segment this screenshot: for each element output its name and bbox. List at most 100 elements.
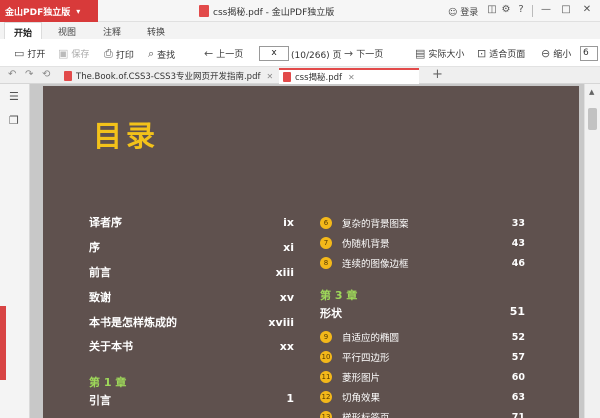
toc-item[interactable]: 6 复杂的背景图案 33 <box>320 216 525 230</box>
pdf-page: 目录 译者序 ix 序 xi 前言 xiii 致谢 xv 本书是怎样炼成的 xv… <box>43 86 579 418</box>
page-count: (10/266) 页 <box>291 51 342 61</box>
toc-page: 43 <box>511 237 525 249</box>
document-viewport[interactable]: 目录 译者序 ix 序 xi 前言 xiii 致谢 xv 本书是怎样炼成的 xv… <box>31 84 584 418</box>
pdf-file-icon <box>283 72 291 82</box>
toc-item[interactable]: 7 伪随机背景 43 <box>320 236 525 250</box>
toc-item[interactable]: 11 菱形图片 60 <box>320 370 525 384</box>
thumbnails-icon[interactable]: ❐ <box>9 114 19 127</box>
next-page-button[interactable]: → 下一页 <box>344 47 383 60</box>
doc-tab[interactable]: The.Book.of.CSS3-CSS3专业网页开发指南.pdf ✕ <box>60 68 273 84</box>
minimize-icon[interactable]: — <box>540 4 552 15</box>
menu-bar: 开始 视图 注释 转换 <box>0 22 600 39</box>
toc-page: 33 <box>511 217 525 229</box>
toc-item[interactable]: 8 连续的图像边框 46 <box>320 256 525 270</box>
toc-item[interactable]: 13 梯形标签页 71 <box>320 410 525 418</box>
toc-title: 致谢 <box>89 291 111 304</box>
toc-item[interactable]: 10 平行四边形 57 <box>320 350 525 364</box>
pdf-file-icon <box>199 5 209 17</box>
zoom-input[interactable]: 6 <box>580 46 598 61</box>
close-tab-icon[interactable]: ✕ <box>348 73 355 82</box>
toc-title: 连续的图像边框 <box>342 259 409 270</box>
chapter-label: 第 3 章 <box>320 289 358 302</box>
toc-title: 前言 <box>89 266 111 279</box>
toc-item[interactable]: 12 切角效果 63 <box>320 390 525 404</box>
toc-item[interactable]: 前言 xiii <box>89 264 294 280</box>
undo-icon[interactable]: ↶ <box>8 69 16 80</box>
toc-item[interactable]: 本书是怎样炼成的 xviii <box>89 314 294 330</box>
close-icon[interactable]: ✕ <box>581 4 593 15</box>
save-label: 保存 <box>71 50 90 60</box>
actual-size-button[interactable]: ▤ 实际大小 <box>415 47 464 60</box>
help-icon[interactable]: ? <box>515 4 527 15</box>
toc-page: 60 <box>511 371 525 383</box>
fit-page-icon: ⊡ <box>477 47 487 60</box>
section-number-badge: 7 <box>320 237 332 249</box>
skin-icon[interactable]: ◫ <box>486 4 498 15</box>
find-button[interactable]: ⌕ 查找 <box>148 47 175 61</box>
toc-item[interactable]: 致谢 xv <box>89 289 294 305</box>
settings-icon[interactable]: ⚙ <box>500 4 512 15</box>
tab-start[interactable]: 开始 <box>4 22 43 39</box>
print-button[interactable]: ⎙ 打印 <box>104 47 134 61</box>
chapter-title[interactable]: 引言 1 <box>89 392 294 408</box>
tab-annotate[interactable]: 注释 <box>103 25 121 38</box>
tab-convert[interactable]: 转换 <box>147 25 165 38</box>
title-bar: 金山PDF独立版 ▾ css揭秘.pdf - 金山PDF独立版 ☺ 登录 ◫ ⚙… <box>0 0 600 22</box>
toc-page: 52 <box>511 331 525 343</box>
sidebar-collapse-handle[interactable] <box>0 306 6 380</box>
tab-view[interactable]: 视图 <box>58 25 76 38</box>
toc-item[interactable]: 9 自适应的椭圆 52 <box>320 330 525 344</box>
toc-page: 46 <box>511 257 525 269</box>
toc-page: ix <box>283 215 294 229</box>
doc-tab-active[interactable]: css揭秘.pdf ✕ <box>279 68 419 84</box>
close-tab-icon[interactable]: ✕ <box>266 72 273 81</box>
arrow-right-icon: → <box>344 47 354 60</box>
section-number-badge: 11 <box>320 371 332 383</box>
print-icon: ⎙ <box>104 47 113 60</box>
doc-tab-title: The.Book.of.CSS3-CSS3专业网页开发指南.pdf <box>76 72 261 82</box>
document-tab-bar: ↶ ↷ ⟲ The.Book.of.CSS3-CSS3专业网页开发指南.pdf … <box>0 67 600 84</box>
toc-title: 译者序 <box>89 216 122 229</box>
vertical-scrollbar[interactable]: ▲ <box>584 84 600 418</box>
chapter-title-text: 形状 <box>320 307 342 320</box>
prev-page-button[interactable]: ← 上一页 <box>204 47 243 60</box>
left-sidebar: ☰ ❐ <box>0 84 30 418</box>
save-button[interactable]: ▣ 保存 <box>58 47 89 60</box>
section-number-badge: 6 <box>320 217 332 229</box>
toc-title: 自适应的椭圆 <box>342 333 400 344</box>
toc-page: xx <box>279 339 294 353</box>
open-label: 打开 <box>27 50 46 60</box>
prev-label: 上一页 <box>216 50 244 60</box>
toc-item[interactable]: 译者序 ix <box>89 214 294 230</box>
section-number-badge: 8 <box>320 257 332 269</box>
zoom-out-button[interactable]: ⊖ 缩小 <box>541 47 571 60</box>
back-icon[interactable]: ⟲ <box>42 69 50 80</box>
toc-item[interactable]: 关于本书 xx <box>89 338 294 354</box>
toc-title: 本书是怎样炼成的 <box>89 316 177 329</box>
arrow-left-icon: ← <box>204 47 214 60</box>
toc-page: 71 <box>511 411 525 418</box>
page-number-input[interactable]: x <box>259 46 289 61</box>
scroll-up-icon[interactable]: ▲ <box>589 88 594 96</box>
login-button[interactable]: ☺ 登录 <box>448 5 478 18</box>
toc-item[interactable]: 序 xi <box>89 239 294 255</box>
outline-icon[interactable]: ☰ <box>9 90 19 103</box>
open-button[interactable]: ▭ 打开 <box>14 47 45 60</box>
chapter-page: 51 <box>509 305 525 318</box>
toc-page: 57 <box>511 351 525 363</box>
window-title: css揭秘.pdf - 金山PDF独立版 <box>213 8 335 18</box>
add-tab-icon[interactable]: + <box>432 67 443 82</box>
toc-title: 关于本书 <box>89 340 133 353</box>
app-menu-button[interactable]: 金山PDF独立版 ▾ <box>0 0 98 22</box>
app-brand-label: 金山PDF独立版 <box>5 7 71 18</box>
chapter-title[interactable]: 形状 51 <box>320 305 525 321</box>
toc-title: 切角效果 <box>342 393 381 404</box>
toc-title: 序 <box>89 241 100 254</box>
redo-icon[interactable]: ↷ <box>25 69 33 80</box>
section-number-badge: 9 <box>320 331 332 343</box>
fit-page-button[interactable]: ⊡ 适合页面 <box>477 47 525 60</box>
search-icon: ⌕ <box>148 47 155 60</box>
maximize-icon[interactable]: □ <box>560 4 572 15</box>
scrollbar-thumb[interactable] <box>588 108 597 130</box>
fit-page-label: 适合页面 <box>489 50 526 60</box>
